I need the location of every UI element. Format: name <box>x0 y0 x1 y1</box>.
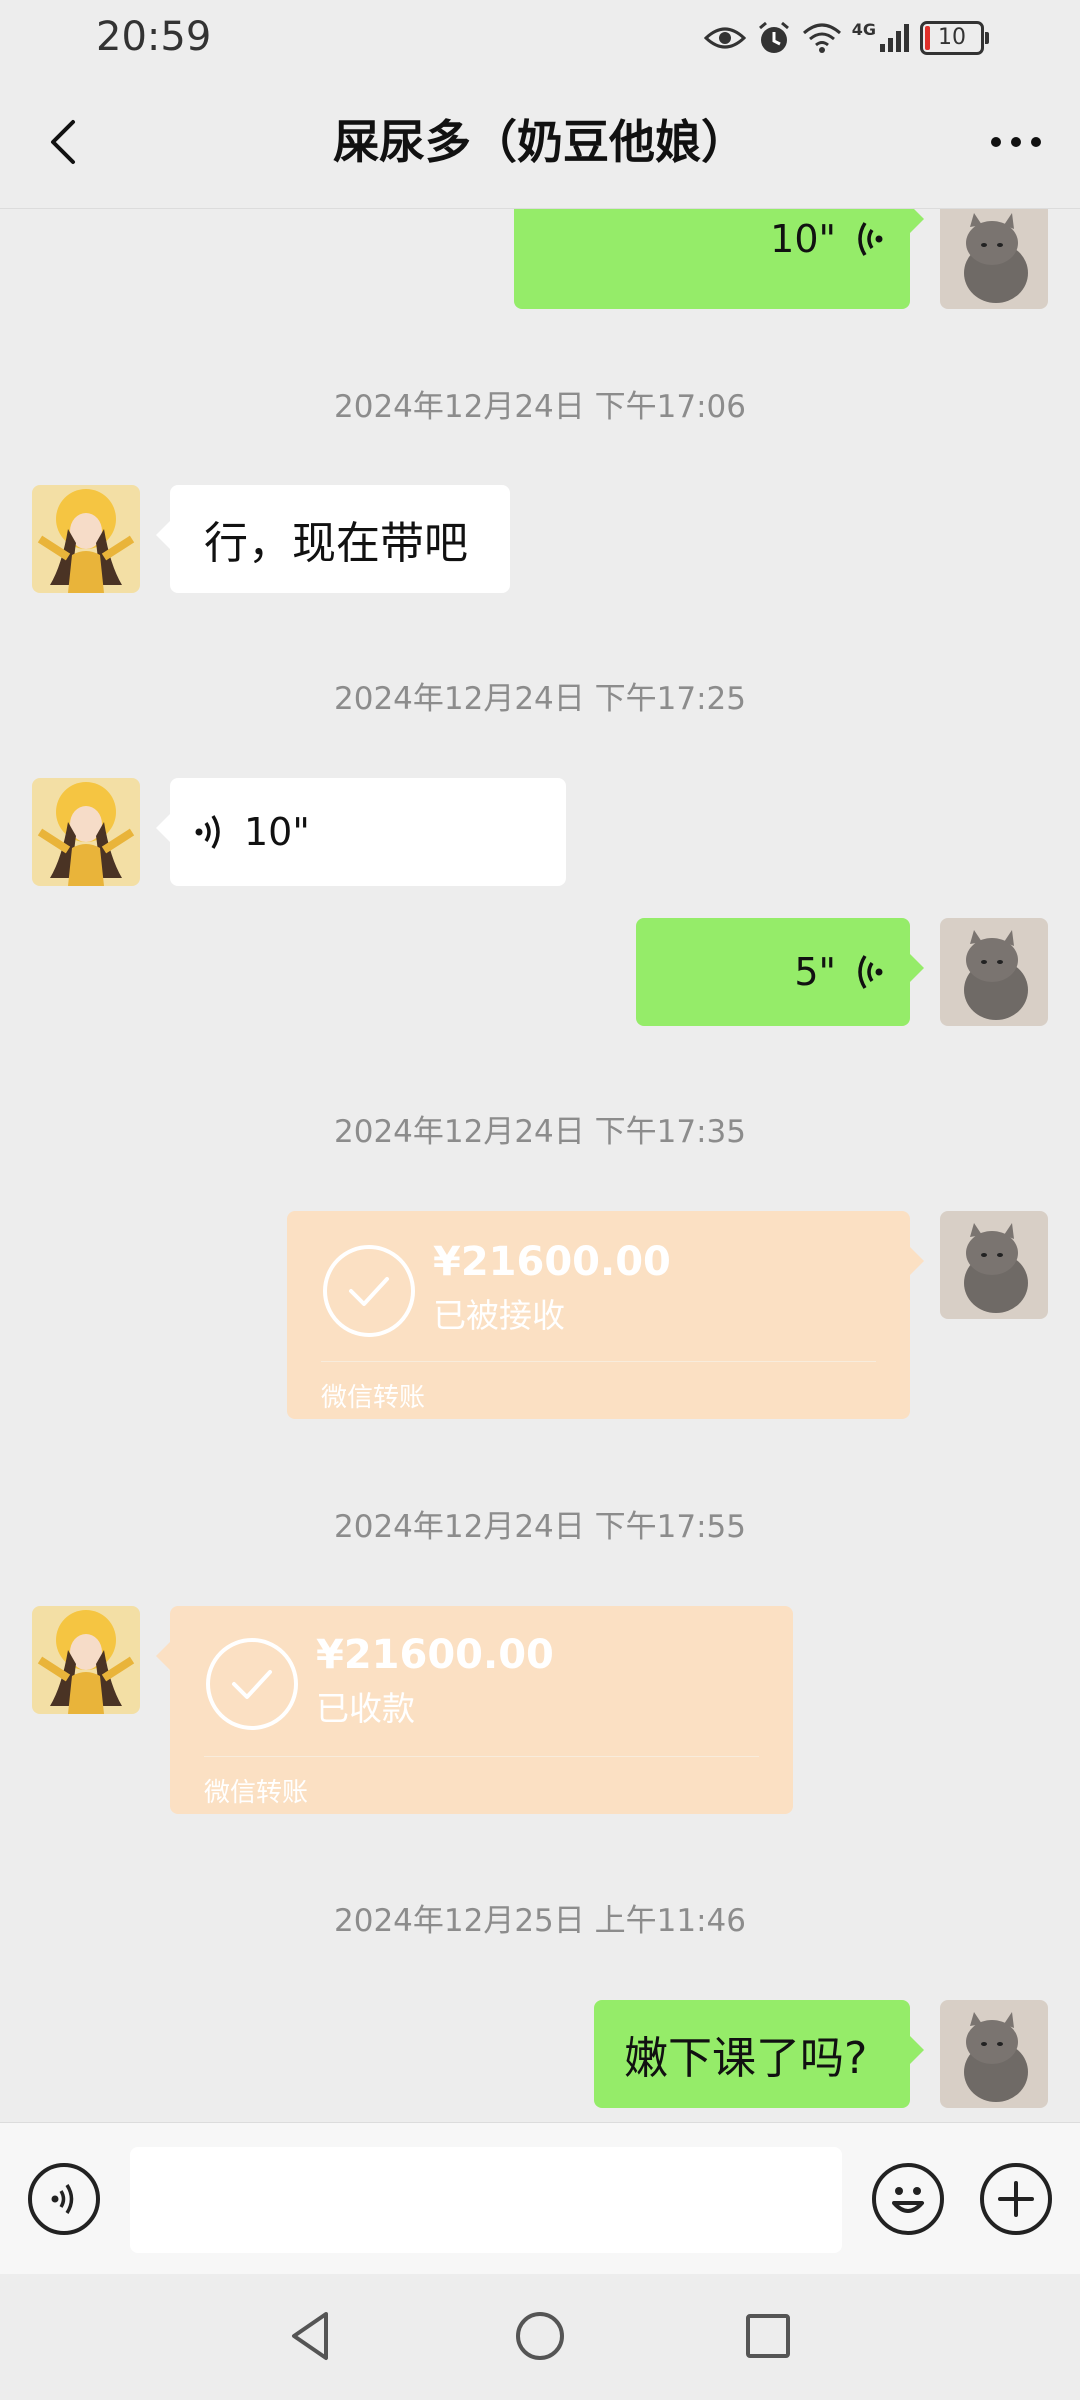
eye-icon <box>703 27 746 49</box>
square-recents-icon <box>746 2314 790 2358</box>
transfer-check-icon <box>323 1245 415 1337</box>
triangle-back-icon <box>292 2312 328 2360</box>
system-nav-bar <box>0 2274 1080 2400</box>
input-bar <box>0 2122 1080 2275</box>
chat-title: 屎尿多（奶豆他娘） <box>333 115 747 169</box>
transfer-divider <box>321 1361 876 1362</box>
emoji-button[interactable] <box>872 2163 944 2235</box>
timestamp: 2024年12月24日 下午17:55 <box>334 1509 746 1545</box>
transfer-status: 已收款 <box>316 1689 415 1728</box>
voice-duration: 10" <box>770 217 836 261</box>
more-options-button[interactable] <box>980 110 1052 174</box>
chat-header: 屎尿多（奶豆他娘） <box>0 80 1080 209</box>
message-input[interactable] <box>130 2147 842 2253</box>
status-icons: 4G 10 <box>703 16 989 60</box>
voice-message-bubble[interactable]: 10" <box>156 778 566 886</box>
contact-avatar[interactable] <box>32 1606 140 1714</box>
more-dots-icon <box>991 137 1041 147</box>
transfer-amount: ¥21600.00 <box>316 1632 554 1678</box>
contact-avatar[interactable] <box>32 778 140 886</box>
network-type-label: 4G <box>851 19 876 39</box>
battery-level: 10 <box>938 25 966 50</box>
nav-home-button[interactable] <box>508 2304 572 2368</box>
voice-duration: 5" <box>794 950 836 994</box>
circle-home-icon <box>516 2312 564 2360</box>
voice-input-icon <box>51 2184 74 2214</box>
status-time: 20:59 <box>96 14 212 60</box>
transfer-card[interactable]: ¥21600.00 已被接收 微信转账 <box>287 1211 924 1419</box>
chat-area: 10" 2024年12月24日 下午17:06 行，现在带吧 2024年12月2… <box>0 209 1080 2121</box>
voice-message-bubble[interactable]: 5" <box>636 918 924 1026</box>
timestamp: 2024年12月24日 下午17:25 <box>334 681 746 717</box>
signal-icon <box>880 24 909 52</box>
nav-back-button[interactable] <box>280 2304 344 2368</box>
transfer-status: 已被接收 <box>433 1296 565 1335</box>
chevron-left-icon <box>51 120 75 164</box>
transfer-check-icon <box>206 1638 298 1730</box>
voice-wave-icon <box>858 222 883 256</box>
back-button[interactable] <box>30 110 94 174</box>
plus-button[interactable] <box>980 2163 1052 2235</box>
message-text: 行，现在带吧 <box>204 518 468 569</box>
status-bar: 20:59 4G 10 <box>0 0 1080 80</box>
transfer-divider <box>204 1756 759 1757</box>
transfer-card[interactable]: ¥21600.00 已收款 微信转账 <box>156 1606 793 1814</box>
emoji-icon <box>892 2187 924 2213</box>
timestamp: 2024年12月24日 下午17:06 <box>334 389 746 425</box>
voice-duration: 10" <box>244 810 310 854</box>
self-avatar[interactable] <box>940 209 1048 309</box>
text-message-bubble[interactable]: 嫩下课了吗? <box>594 2000 924 2108</box>
transfer-footer: 微信转账 <box>321 1383 426 1413</box>
self-avatar[interactable] <box>940 1211 1048 1319</box>
voice-wave-icon <box>858 955 883 989</box>
timestamp: 2024年12月25日 上午11:46 <box>334 1903 746 1939</box>
timestamp: 2024年12月24日 下午17:35 <box>334 1114 746 1150</box>
alarm-icon <box>758 21 789 53</box>
plus-icon <box>998 2181 1034 2217</box>
self-avatar[interactable] <box>940 2000 1048 2108</box>
wifi-icon <box>802 23 841 53</box>
text-message-bubble[interactable]: 行，现在带吧 <box>156 485 510 593</box>
voice-message-bubble[interactable]: 10" <box>514 209 924 309</box>
transfer-amount: ¥21600.00 <box>433 1239 671 1285</box>
voice-input-button[interactable] <box>28 2163 100 2235</box>
message-text: 嫩下课了吗? <box>624 2033 868 2084</box>
voice-wave-icon <box>195 815 220 849</box>
nav-recents-button[interactable] <box>736 2304 800 2368</box>
transfer-footer: 微信转账 <box>204 1778 309 1808</box>
self-avatar[interactable] <box>940 918 1048 1026</box>
contact-avatar[interactable] <box>32 485 140 593</box>
battery-icon: 10 <box>920 21 989 55</box>
